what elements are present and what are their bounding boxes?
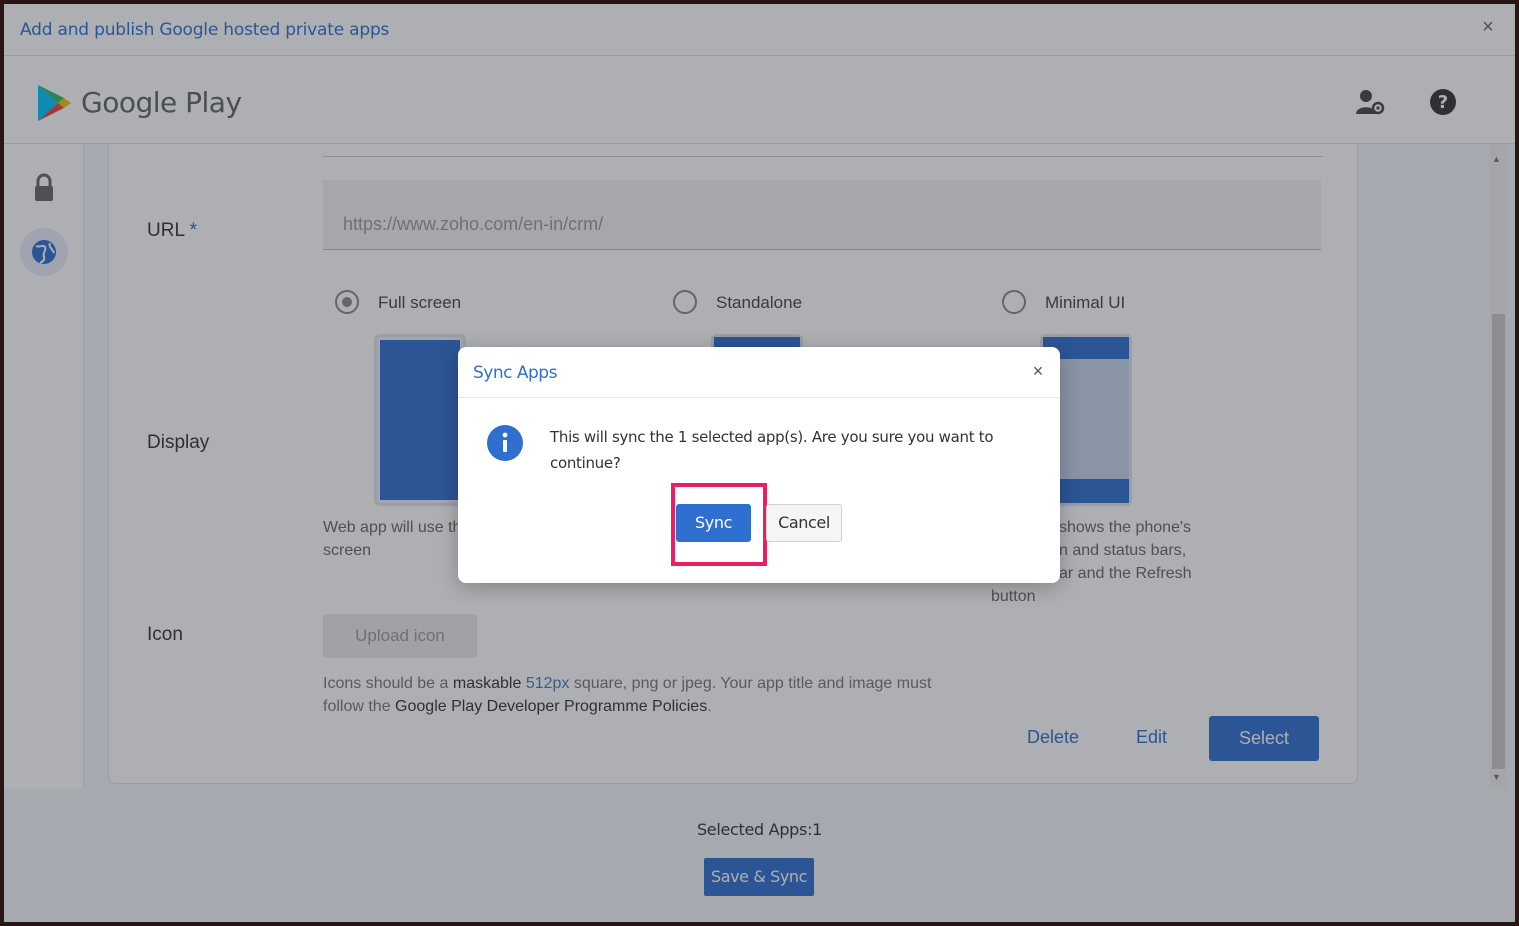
sync-apps-dialog: Sync Apps × This will sync the 1 selecte… [458,347,1060,583]
app-window: Add and publish Google hosted private ap… [4,4,1515,922]
info-icon [487,425,523,461]
sync-button[interactable]: Sync [676,504,751,542]
dialog-message: This will sync the 1 selected app(s). Ar… [550,428,994,472]
dialog-header: Sync Apps × [458,347,1060,398]
cancel-button[interactable]: Cancel [766,504,842,542]
dialog-title: Sync Apps [473,363,557,383]
dialog-close-icon[interactable]: × [1028,361,1048,381]
